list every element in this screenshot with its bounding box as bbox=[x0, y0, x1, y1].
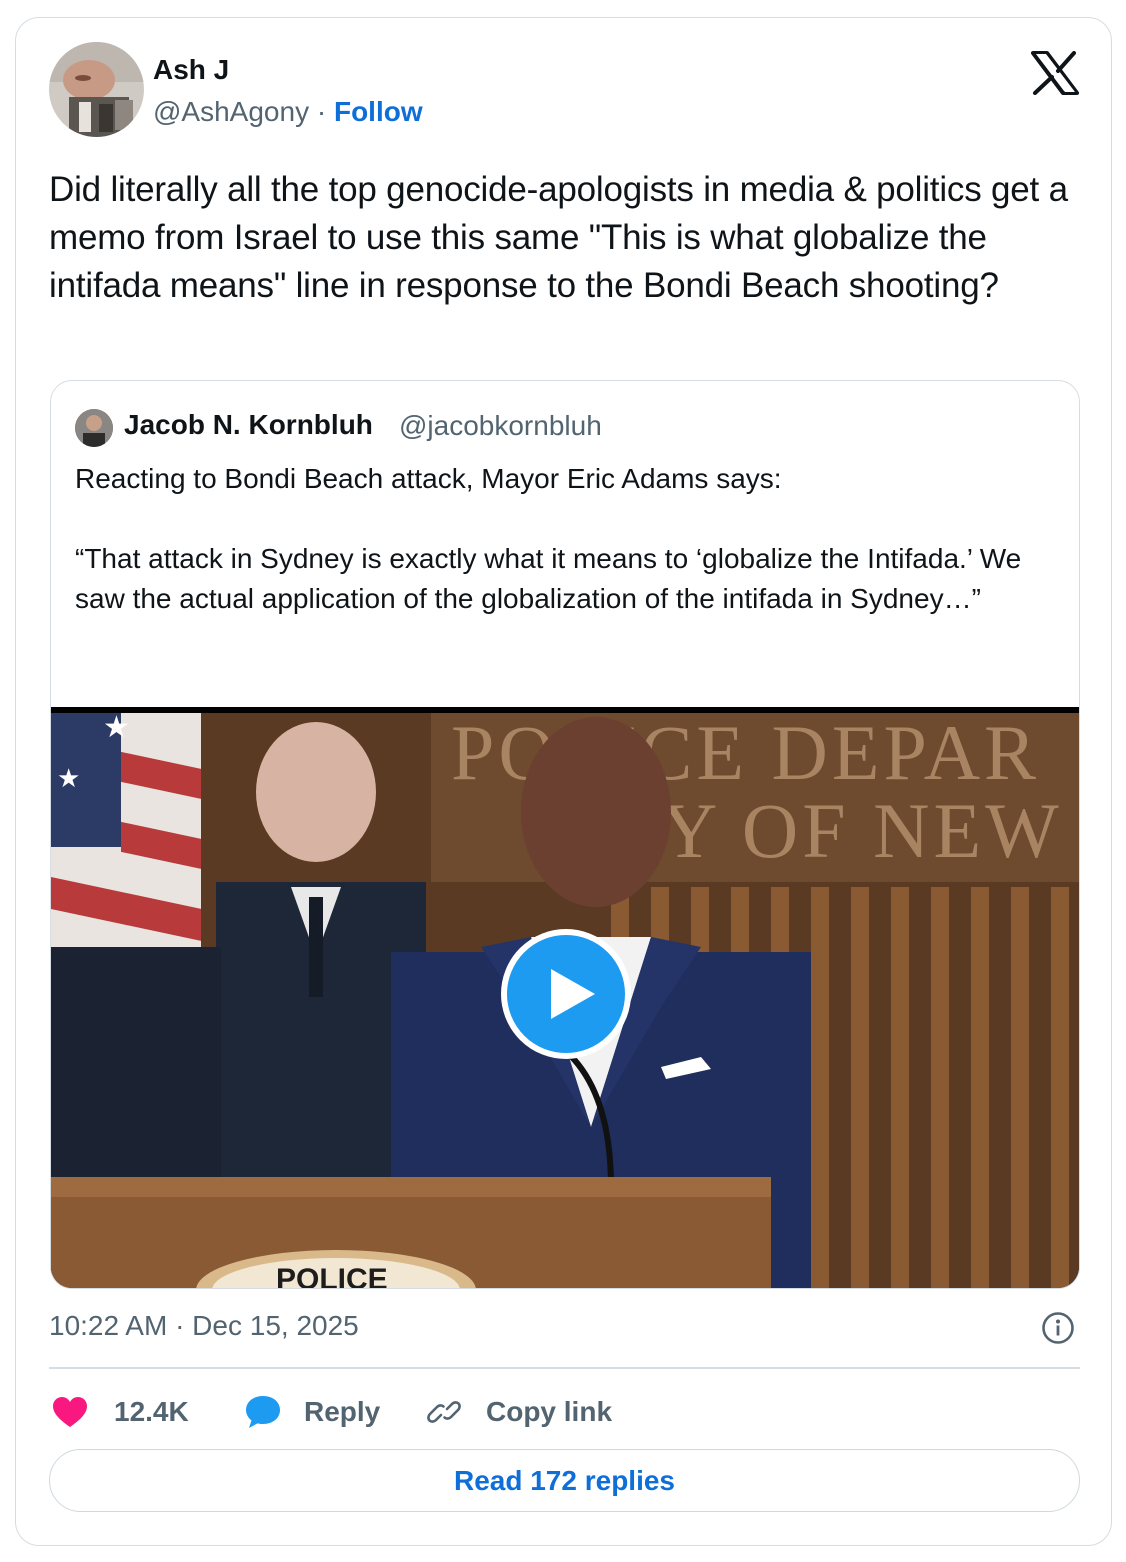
like-button[interactable]: 12.4K bbox=[52, 1392, 189, 1432]
podium-text: POLICE bbox=[276, 1263, 388, 1289]
author-handle[interactable]: @AshAgony bbox=[153, 96, 309, 127]
play-button[interactable] bbox=[501, 929, 631, 1059]
quoted-text-quote: “That attack in Sydney is exactly what i… bbox=[75, 543, 1022, 614]
heart-icon bbox=[53, 1397, 87, 1427]
quoted-author-avatar[interactable] bbox=[75, 409, 113, 447]
svg-text:★: ★ bbox=[57, 763, 80, 793]
reply-label: Reply bbox=[304, 1396, 381, 1427]
read-replies-label: Read 172 replies bbox=[453, 1464, 676, 1496]
separator-dot: · bbox=[316, 96, 327, 127]
quoted-author-handle[interactable]: @jacobkornbluh bbox=[399, 410, 602, 442]
quoted-text-line: Reacting to Bondi Beach attack, Mayor Er… bbox=[75, 463, 782, 494]
svg-text:★: ★ bbox=[103, 711, 130, 744]
author-meta: @AshAgony · Follow bbox=[153, 96, 423, 128]
like-count: 12.4K bbox=[114, 1396, 189, 1427]
copy-link-label: Copy link bbox=[486, 1396, 613, 1427]
copy-link-button[interactable]: Copy link bbox=[426, 1392, 612, 1432]
speech-bubble-icon bbox=[246, 1396, 280, 1428]
video-player[interactable]: POLICE DEPAR Y OF NEW ★ ★ POLICE bbox=[51, 707, 1079, 1289]
quoted-text: Reacting to Bondi Beach attack, Mayor Er… bbox=[75, 459, 1035, 619]
quoted-tweet[interactable]: Jacob N. Kornbluh @jacobkornbluh Reactin… bbox=[50, 380, 1080, 1289]
tweet-text: Did literally all the top genocide-apolo… bbox=[49, 170, 1068, 305]
follow-button[interactable]: Follow bbox=[334, 96, 423, 127]
reply-button[interactable]: Reply bbox=[244, 1392, 380, 1432]
link-icon bbox=[427, 1401, 461, 1423]
divider bbox=[49, 1367, 1080, 1369]
author-name[interactable]: Ash J bbox=[153, 54, 229, 86]
info-icon[interactable] bbox=[1041, 1311, 1075, 1345]
quoted-author-name[interactable]: Jacob N. Kornbluh bbox=[124, 409, 373, 441]
sign-text-2: Y OF NEW bbox=[661, 787, 1063, 874]
tweet-card: Ash J @AshAgony · Follow Did literally a… bbox=[15, 17, 1112, 1546]
play-icon bbox=[551, 969, 595, 1019]
author-avatar[interactable] bbox=[49, 42, 144, 137]
read-replies-button[interactable]: Read 172 replies bbox=[49, 1449, 1080, 1512]
x-logo-icon[interactable] bbox=[1031, 51, 1079, 95]
tweet-timestamp[interactable]: 10:22 AM · Dec 15, 2025 bbox=[49, 1310, 359, 1342]
